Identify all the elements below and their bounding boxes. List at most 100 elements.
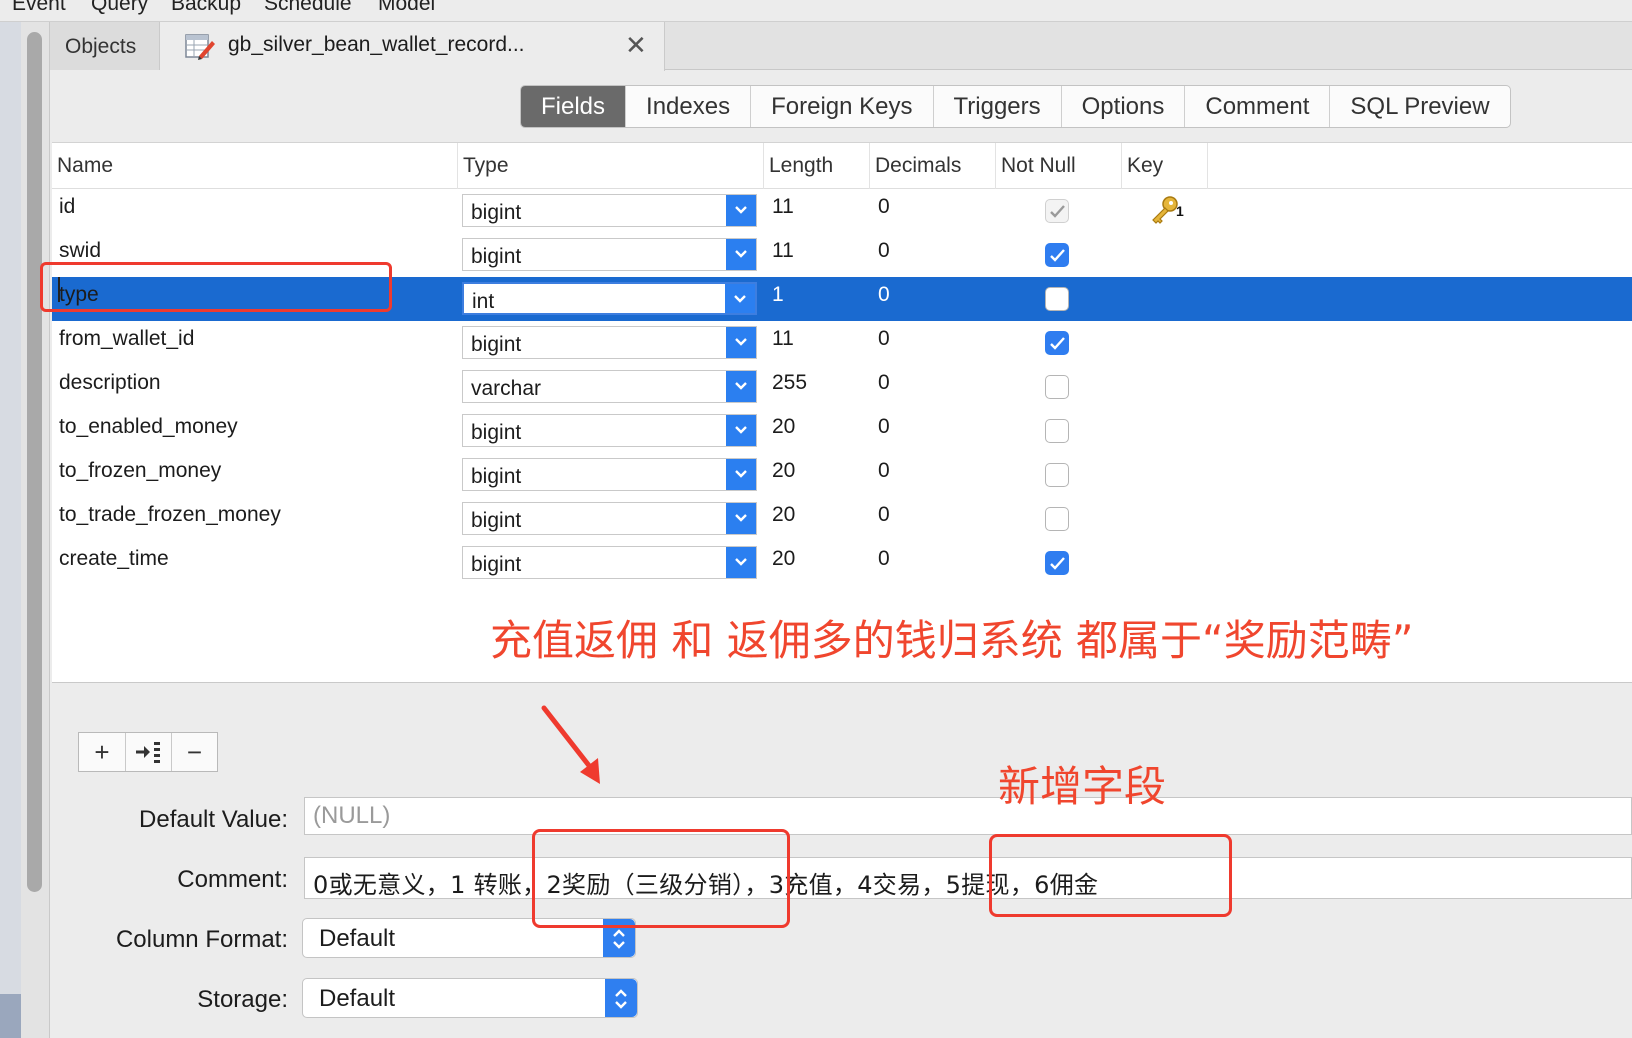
column-header-length[interactable]: Length (764, 143, 870, 189)
field-decimals[interactable]: 0 (878, 321, 890, 365)
chevron-down-icon (726, 195, 756, 226)
annotation-box-type-field (40, 262, 392, 312)
field-type-select[interactable]: bigint (462, 502, 757, 535)
tab-foreign-keys[interactable]: Foreign Keys (750, 86, 932, 127)
field-decimals[interactable]: 0 (878, 189, 890, 233)
field-type-select[interactable]: bigint (462, 546, 757, 579)
field-length[interactable]: 11 (772, 321, 794, 365)
not-null-checkbox[interactable] (1045, 199, 1069, 223)
column-header-type[interactable]: Type (458, 143, 764, 189)
tab-triggers[interactable]: Triggers (932, 86, 1061, 127)
field-name[interactable]: id (59, 189, 75, 233)
menu-backup[interactable]: Backup (171, 0, 241, 16)
table-row[interactable]: from_wallet_id bigint 11 0 (52, 321, 1632, 365)
not-null-checkbox[interactable] (1045, 375, 1069, 399)
sidebar-scrollbar[interactable] (27, 32, 42, 892)
field-type-select[interactable]: int (462, 282, 757, 315)
not-null-checkbox[interactable] (1045, 463, 1069, 487)
field-decimals[interactable]: 0 (878, 541, 890, 585)
column-header-not-null[interactable]: Not Null (996, 143, 1122, 189)
navicat-window: Event Query Backup Schedule Model Object… (0, 0, 1632, 1038)
field-type-value: bigint (471, 245, 522, 268)
storage-select[interactable]: Default (302, 978, 638, 1018)
tab-fields[interactable]: Fields (521, 86, 626, 127)
tab-indexes[interactable]: Indexes (625, 86, 750, 127)
checkmark-icon (1050, 205, 1065, 218)
table-row[interactable]: id bigint 11 0 1 (52, 189, 1632, 233)
row-toolbar: + − (78, 732, 218, 772)
field-type-select[interactable]: bigint (462, 238, 757, 271)
not-null-checkbox[interactable] (1045, 287, 1069, 311)
field-name[interactable]: from_wallet_id (59, 321, 194, 365)
chevron-down-icon (726, 503, 756, 534)
tab-table-design[interactable]: gb_silver_bean_wallet_record... ✕ (160, 22, 665, 71)
tab-options[interactable]: Options (1060, 86, 1185, 127)
tab-objects[interactable]: Objects (50, 22, 160, 70)
field-length[interactable]: 20 (772, 409, 795, 453)
table-row[interactable]: to_frozen_money bigint 20 0 (52, 453, 1632, 497)
field-length[interactable]: 20 (772, 497, 795, 541)
field-name[interactable]: to_frozen_money (59, 453, 221, 497)
menu-query[interactable]: Query (91, 0, 148, 16)
field-length[interactable]: 11 (772, 189, 794, 233)
close-icon[interactable]: ✕ (625, 30, 647, 60)
tab-comment[interactable]: Comment (1184, 86, 1329, 127)
field-type-select[interactable]: bigint (462, 326, 757, 359)
chevron-down-icon (726, 327, 756, 358)
menu-model[interactable]: Model (378, 0, 435, 16)
column-header-decimals[interactable]: Decimals (870, 143, 996, 189)
field-name[interactable]: create_time (59, 541, 169, 585)
delete-field-button[interactable]: − (171, 733, 217, 771)
chevron-down-icon (726, 371, 756, 402)
column-header-key[interactable]: Key (1122, 143, 1208, 189)
field-type-select[interactable]: bigint (462, 414, 757, 447)
table-row[interactable]: create_time bigint 20 0 (52, 541, 1632, 585)
field-type-select[interactable]: bigint (462, 194, 757, 227)
field-length[interactable]: 11 (772, 233, 794, 277)
field-length[interactable]: 20 (772, 541, 795, 585)
field-decimals[interactable]: 0 (878, 453, 890, 497)
field-length[interactable]: 20 (772, 453, 795, 497)
insert-field-button[interactable] (125, 733, 171, 771)
menu-schedule[interactable]: Schedule (264, 0, 352, 16)
not-null-checkbox[interactable] (1045, 331, 1069, 355)
field-type-value: int (472, 290, 495, 313)
field-name[interactable]: to_enabled_money (59, 409, 238, 453)
checkmark-icon (1050, 337, 1065, 350)
not-null-checkbox[interactable] (1045, 551, 1069, 575)
table-row[interactable]: to_enabled_money bigint 20 0 (52, 409, 1632, 453)
comment-field[interactable]: 0或无意义，1 转账，2奖励（三级分销），3充值，4交易，5提现，6佣金 (304, 857, 1632, 899)
field-name[interactable]: description (59, 365, 161, 409)
storage-label: Storage: (197, 986, 288, 1013)
annotation-box-reward (532, 829, 790, 928)
field-length[interactable]: 1 (772, 277, 784, 321)
chevron-down-icon (726, 547, 756, 578)
up-down-chevron-icon (605, 979, 637, 1017)
column-format-label: Column Format: (115, 926, 288, 953)
field-length[interactable]: 255 (772, 365, 807, 409)
default-value-field[interactable]: (NULL) (304, 797, 1632, 835)
chevron-down-icon (725, 284, 755, 313)
chevron-down-icon (726, 239, 756, 270)
field-type-value: bigint (471, 509, 522, 532)
menu-event[interactable]: Event (12, 0, 66, 16)
field-decimals[interactable]: 0 (878, 365, 890, 409)
tab-sql-preview[interactable]: SQL Preview (1329, 86, 1509, 127)
column-header-name[interactable]: Name (52, 143, 458, 189)
annotation-box-new-values (989, 834, 1232, 917)
field-decimals[interactable]: 0 (878, 497, 890, 541)
field-type-select[interactable]: varchar (462, 370, 757, 403)
field-decimals[interactable]: 0 (878, 277, 890, 321)
not-null-checkbox[interactable] (1045, 243, 1069, 267)
table-row[interactable]: description varchar 255 0 (52, 365, 1632, 409)
add-field-button[interactable]: + (79, 733, 125, 771)
default-value-label: Default Value: (139, 806, 288, 833)
field-decimals[interactable]: 0 (878, 409, 890, 453)
table-row[interactable]: to_trade_frozen_money bigint 20 0 (52, 497, 1632, 541)
not-null-checkbox[interactable] (1045, 419, 1069, 443)
field-name[interactable]: to_trade_frozen_money (59, 497, 281, 541)
field-type-select[interactable]: bigint (462, 458, 757, 491)
not-null-checkbox[interactable] (1045, 507, 1069, 531)
annotation-reward-note: 充值返佣 和 返佣多的钱归系统 都属于“奖励范畴” (490, 616, 1414, 665)
field-decimals[interactable]: 0 (878, 233, 890, 277)
